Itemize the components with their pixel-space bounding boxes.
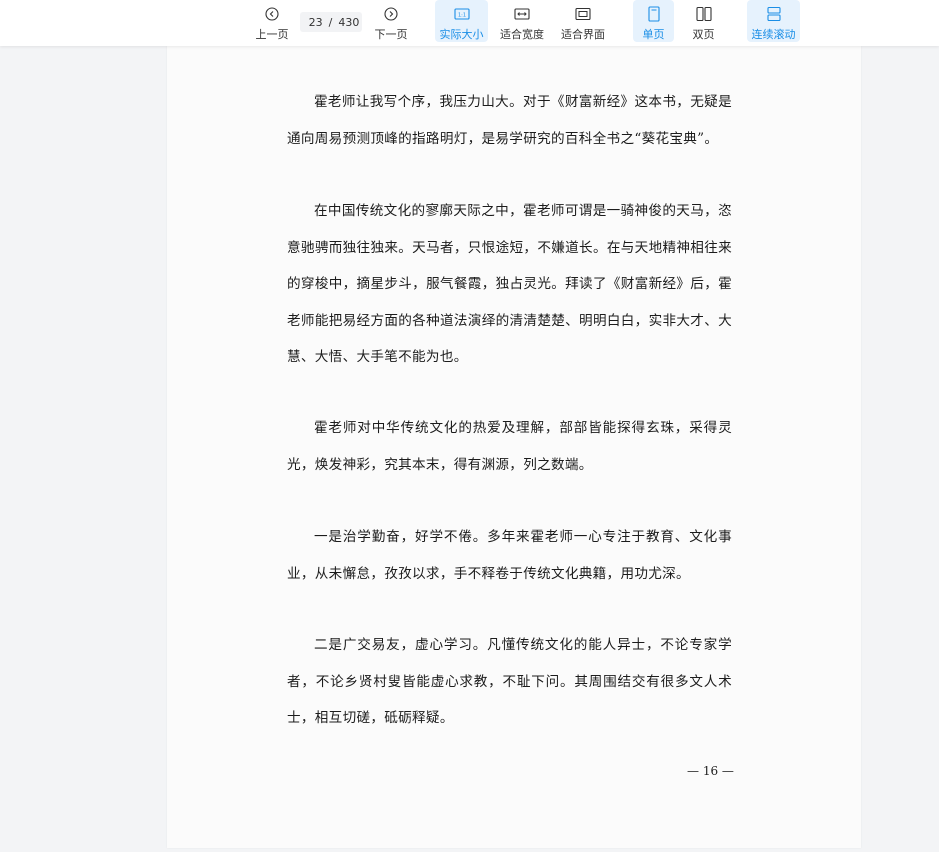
single-page-label: 单页 [642,28,665,41]
fit-width-label: 适合宽度 [500,28,544,41]
prev-page-label: 上一页 [255,28,289,41]
continuous-scroll-label: 连续滚动 [751,28,796,41]
double-page-icon [695,5,713,23]
paragraph: 霍老师让我写个序，我压力山大。对于《财富新经》这本书，无疑是通向周易预测顶峰的指… [287,94,732,147]
fit-width-button[interactable]: 适合宽度 [496,0,548,42]
continuous-scroll-button[interactable]: 连续滚动 [747,0,800,42]
prev-page-button[interactable]: 上一页 [253,0,291,42]
paragraph: 二是广交易友，虚心学习。凡懂传统文化的能人异士，不论专家学者，不论乡贤村叟皆能虚… [287,637,732,726]
document-viewport[interactable]: 霍老师让我写个序，我压力山大。对于《财富新经》这本书，无疑是通向周易预测顶峰的指… [0,46,939,852]
fit-page-button[interactable]: 适合界面 [557,0,609,42]
fit-page-icon [574,5,592,23]
next-page-label: 下一页 [374,28,408,41]
page-number: — 16 — [687,764,734,778]
single-page-button[interactable]: 单页 [633,0,674,42]
total-pages: 430 [338,15,360,29]
actual-size-button[interactable]: 1:1 实际大小 [435,0,488,42]
double-page-button[interactable]: 双页 [683,0,724,42]
document-page: 霍老师让我写个序，我压力山大。对于《财富新经》这本书，无疑是通向周易预测顶峰的指… [167,46,861,848]
chevron-right-circle-icon [382,5,400,23]
svg-text:1:1: 1:1 [457,13,465,19]
chevron-left-circle-icon [263,5,281,23]
continuous-scroll-icon [765,5,783,23]
page-indicator: / 430 [300,12,362,32]
paragraph: 霍老师对中华传统文化的热爱及理解，部部皆能探得玄珠，采得灵光，焕发神彩，究其本末… [287,420,732,473]
double-page-label: 双页 [692,28,715,41]
fit-width-icon [513,5,531,23]
actual-size-icon: 1:1 [453,5,471,23]
current-page-input[interactable] [302,15,323,29]
paragraph: 在中国传统文化的寥廓天际之中，霍老师可谓是一骑神俊的天马，恣意驰骋而独往独来。天… [287,203,732,365]
actual-size-label: 实际大小 [439,28,484,41]
single-page-icon [645,5,663,23]
fit-page-label: 适合界面 [561,28,605,41]
paragraph: 一是治学勤奋，好学不倦。多年来霍老师一心专注于教育、文化事业，从未懈怠，孜孜以求… [287,529,732,582]
viewer-toolbar: 上一页 / 430 下一页 1:1 实际大小 适合宽度 适合界面 单页 [0,0,939,46]
page-separator: / [328,15,333,29]
next-page-button[interactable]: 下一页 [372,0,410,42]
